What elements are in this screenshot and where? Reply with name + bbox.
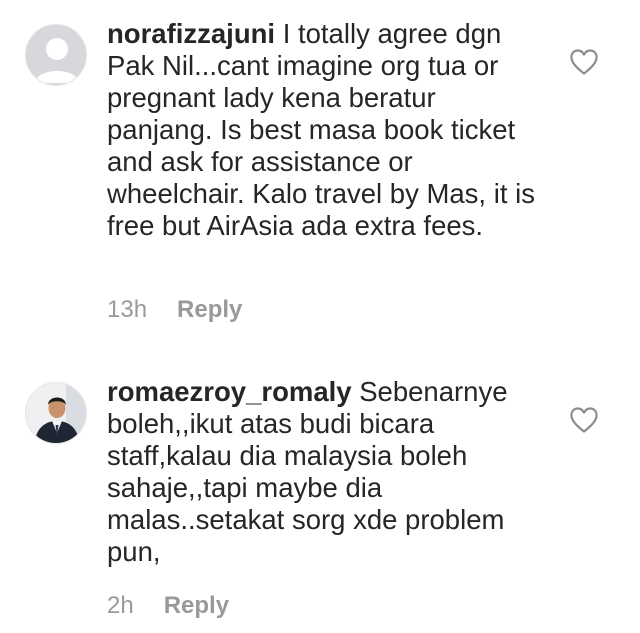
- comment-timestamp: 2h: [107, 592, 134, 619]
- comment-meta: 2h Reply: [107, 592, 229, 620]
- avatar[interactable]: [25, 24, 87, 86]
- comment-username[interactable]: romaezroy_romaly: [107, 376, 352, 407]
- like-button[interactable]: [569, 48, 599, 76]
- like-button[interactable]: [569, 406, 599, 434]
- default-user-avatar-icon: [35, 38, 79, 83]
- reply-button[interactable]: Reply: [177, 296, 242, 324]
- user-photo-avatar: [26, 383, 86, 443]
- comment-body: romaezroy_romaly Sebenarnye boleh,,ikut …: [107, 376, 547, 568]
- comment-text: I totally agree dgn Pak Nil...cant imagi…: [107, 18, 535, 241]
- heart-outline-icon: [570, 49, 598, 75]
- heart-outline-icon: [570, 407, 598, 433]
- reply-button[interactable]: Reply: [164, 592, 229, 620]
- comment-body: norafizzajuni I totally agree dgn Pak Ni…: [107, 18, 547, 242]
- comment-meta: 13h Reply: [107, 296, 242, 324]
- comment-username[interactable]: norafizzajuni: [107, 18, 275, 49]
- avatar[interactable]: [25, 382, 87, 444]
- comment-timestamp: 13h: [107, 296, 148, 323]
